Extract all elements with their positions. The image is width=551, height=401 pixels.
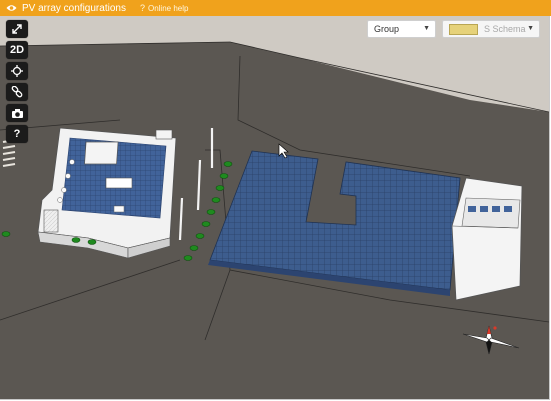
help-button[interactable]: ? bbox=[6, 125, 28, 143]
scene-render bbox=[0, 16, 549, 399]
online-help-link[interactable]: ? Online help bbox=[140, 3, 189, 13]
schema-select[interactable]: S Schema ▼ bbox=[442, 20, 540, 38]
view-toolbar: 2D ? bbox=[6, 20, 28, 143]
question-icon: ? bbox=[139, 3, 145, 13]
window-title: PV array configurations bbox=[22, 2, 126, 14]
left-building bbox=[37, 127, 177, 259]
group-select[interactable]: Group ▼ bbox=[367, 20, 436, 38]
expand-icon bbox=[12, 24, 22, 34]
recenter-button[interactable] bbox=[6, 62, 28, 80]
window-titlebar: PV array configurations ? Online help bbox=[0, 0, 551, 16]
question-icon: ? bbox=[13, 128, 21, 140]
link-button[interactable] bbox=[6, 83, 28, 101]
chevron-down-icon: ▼ bbox=[527, 25, 534, 32]
expand-button[interactable] bbox=[6, 20, 28, 38]
snapshot-button[interactable] bbox=[6, 104, 28, 122]
schema-thumbnail bbox=[449, 23, 478, 35]
camera-icon bbox=[11, 108, 23, 118]
right-building bbox=[451, 177, 523, 301]
schema-select-value: S Schema bbox=[484, 24, 526, 34]
crosshair-icon bbox=[11, 65, 23, 77]
group-select-value: Group bbox=[374, 24, 400, 34]
view-2d-button[interactable]: 2D bbox=[6, 41, 28, 59]
chevron-down-icon: ▼ bbox=[423, 25, 430, 32]
3d-viewport[interactable] bbox=[0, 16, 550, 400]
view-2d-label: 2D bbox=[9, 44, 25, 56]
eye-icon bbox=[6, 4, 17, 12]
link-icon bbox=[11, 86, 23, 98]
online-help-label: Online help bbox=[147, 3, 189, 13]
